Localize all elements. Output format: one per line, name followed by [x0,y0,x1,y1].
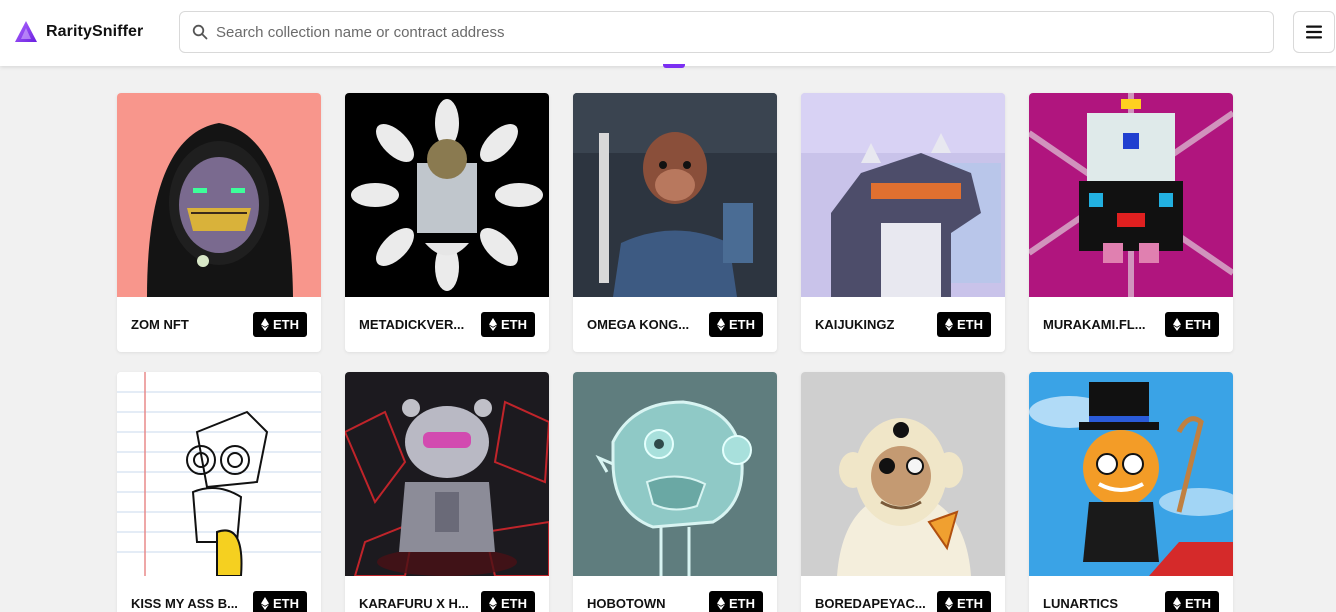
collection-name: BOREDAPEYAC... [815,596,926,611]
ethereum-icon [489,597,497,610]
chain-label: ETH [501,317,527,332]
collection-name: KISS MY ASS B... [131,596,238,611]
chain-label: ETH [729,317,755,332]
collection-name: ZOM NFT [131,317,189,332]
collection-name: HOBOTOWN [587,596,666,611]
collection-name: KAIJUKINGZ [815,317,895,332]
brand-name: RaritySniffer [46,23,144,40]
collection-card[interactable]: LUNARTICS ETH [1029,372,1233,612]
collection-name: KARAFURU X H... [359,596,469,611]
collection-thumbnail [573,372,777,576]
collection-name: MURAKAMI.FL... [1043,317,1146,332]
chain-label: ETH [273,317,299,332]
card-footer: KARAFURU X H... ETH [345,576,549,612]
collection-name: LUNARTICS [1043,596,1119,611]
collection-card[interactable]: HOBOTOWN ETH [573,372,777,612]
hamburger-menu-icon [1306,25,1322,39]
ethereum-icon [717,597,725,610]
collection-grid: ZOM NFT ETH METADICKVER... ETH OMEGA KON… [117,93,1233,612]
chain-badge: ETH [709,312,763,337]
collection-thumbnail [345,372,549,576]
collection-thumbnail [1029,93,1233,297]
ethereum-icon [261,318,269,331]
collection-card[interactable]: KAIJUKINGZ ETH [801,93,1005,352]
chain-label: ETH [729,596,755,611]
chain-badge: ETH [709,591,763,612]
collection-card[interactable]: ZOM NFT ETH [117,93,321,352]
card-footer: ZOM NFT ETH [117,297,321,352]
chain-badge: ETH [937,312,991,337]
collection-card[interactable]: KISS MY ASS B... ETH [117,372,321,612]
card-footer: HOBOTOWN ETH [573,576,777,612]
collection-card[interactable]: METADICKVER... ETH [345,93,549,352]
chain-badge: ETH [1165,312,1219,337]
collection-thumbnail [801,93,1005,297]
card-footer: LUNARTICS ETH [1029,576,1233,612]
chain-label: ETH [273,596,299,611]
ethereum-icon [1173,597,1181,610]
collection-name: METADICKVER... [359,317,465,332]
active-tab-indicator [663,64,685,68]
chain-badge: ETH [937,591,991,612]
chain-badge: ETH [481,591,535,612]
card-footer: MURAKAMI.FL... ETH [1029,297,1233,352]
ethereum-icon [261,597,269,610]
chain-label: ETH [1185,317,1211,332]
chain-badge: ETH [481,312,535,337]
collection-thumbnail [573,93,777,297]
ethereum-icon [945,318,953,331]
menu-button[interactable] [1293,11,1335,53]
top-navbar: RaritySniffer [0,0,1336,66]
card-footer: BOREDAPEYAC... ETH [801,576,1005,612]
ethereum-icon [945,597,953,610]
chain-label: ETH [1185,596,1211,611]
collection-thumbnail [117,372,321,576]
collection-card[interactable]: MURAKAMI.FL... ETH [1029,93,1233,352]
search-icon [192,24,208,40]
collection-card[interactable]: BOREDAPEYAC... ETH [801,372,1005,612]
chain-badge: ETH [253,312,307,337]
collection-card[interactable]: OMEGA KONG... ETH [573,93,777,352]
chain-label: ETH [501,596,527,611]
card-footer: OMEGA KONG... ETH [573,297,777,352]
chain-badge: ETH [1165,591,1219,612]
collection-thumbnail [117,93,321,297]
chain-label: ETH [957,596,983,611]
collection-thumbnail [801,372,1005,576]
chain-badge: ETH [253,591,307,612]
search-bar[interactable] [179,11,1274,53]
ethereum-icon [717,318,725,331]
collection-thumbnail [345,93,549,297]
ethereum-icon [1173,318,1181,331]
chain-label: ETH [957,317,983,332]
collection-name: OMEGA KONG... [587,317,690,332]
search-input[interactable] [216,23,1256,41]
triangle-logo-icon [15,21,37,42]
card-footer: KAIJUKINGZ ETH [801,297,1005,352]
card-footer: KISS MY ASS B... ETH [117,576,321,612]
ethereum-icon [489,318,497,331]
card-footer: METADICKVER... ETH [345,297,549,352]
collection-card[interactable]: KARAFURU X H... ETH [345,372,549,612]
brand-logo[interactable]: RaritySniffer [14,20,143,44]
collection-thumbnail [1029,372,1233,576]
